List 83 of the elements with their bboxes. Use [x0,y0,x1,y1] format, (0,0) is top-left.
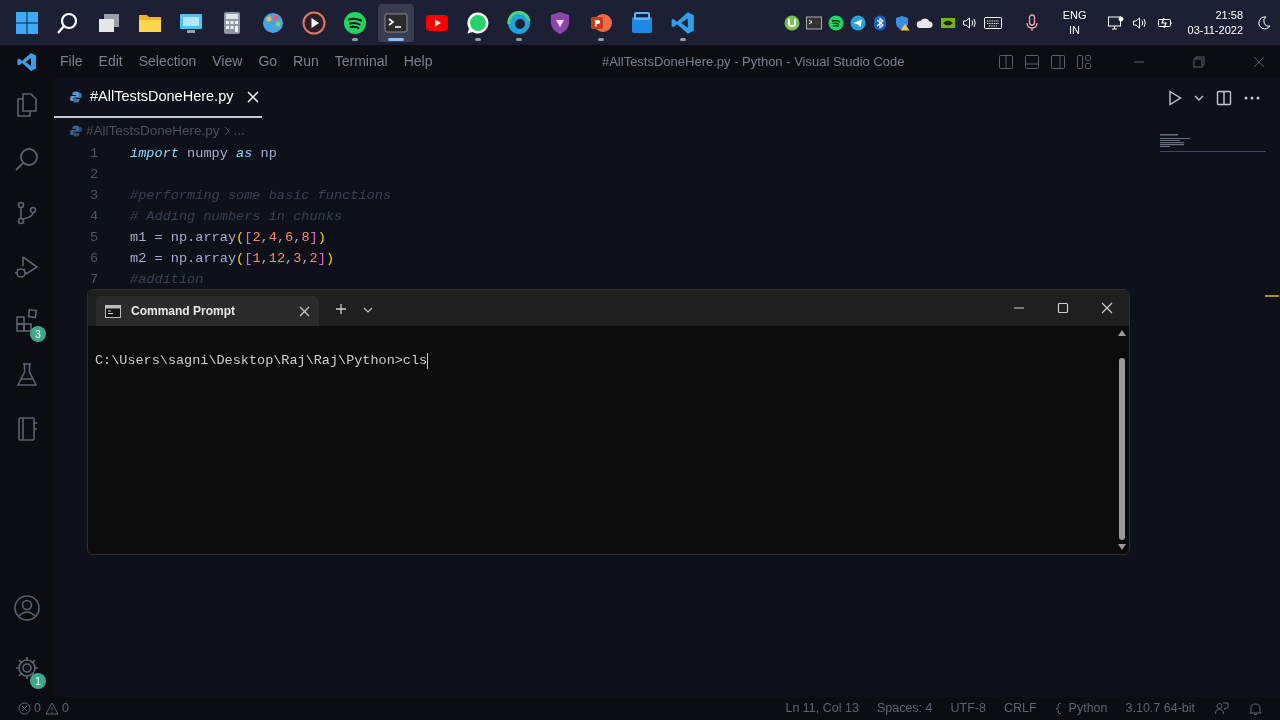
tab-label: #AllTestsDoneHere.py [90,87,234,107]
line-number: 3 [89,187,100,206]
new-tab-icon[interactable] [335,303,347,315]
speaker-icon[interactable] [961,14,978,31]
editor-tab[interactable]: #AllTestsDoneHere.py [54,78,262,118]
sidebar-icon[interactable] [1050,53,1066,70]
status-item[interactable]: UTF-8 [950,699,986,718]
battery-charging-icon[interactable] [1155,15,1174,30]
console-icon [105,304,121,318]
line-number: 5 [89,229,100,248]
chevron-down-icon[interactable] [363,306,373,314]
bluetooth-icon[interactable] [871,14,888,31]
text-cursor [427,353,429,369]
python-icon [70,91,82,103]
scroll-down-icon[interactable] [1118,544,1126,550]
python-icon [70,125,82,137]
menu-item[interactable]: Run [287,51,325,72]
line-number: 1 [89,145,100,164]
braces-icon[interactable] [1054,702,1063,715]
close-icon[interactable] [299,305,310,317]
layout-icon[interactable] [998,53,1014,70]
maximize-icon[interactable] [1057,302,1069,314]
flask-icon[interactable] [14,362,40,388]
menu-item[interactable]: Go [252,51,284,72]
status-item[interactable]: Spaces: 4 [876,699,933,718]
bell-icon[interactable] [1249,701,1262,716]
region-code[interactable]: IN [1069,22,1081,38]
display-icon[interactable] [1107,14,1124,31]
terminal-icon[interactable] [805,14,822,31]
paper-plane-icon[interactable] [849,14,866,31]
overview-marker [1265,295,1279,297]
line-number: 6 [89,250,100,269]
music-icon[interactable] [827,14,844,31]
warning-icon[interactable] [44,702,59,715]
menu-item[interactable]: Help [397,51,439,72]
files-icon[interactable] [14,92,40,118]
keyboard-icon[interactable] [983,15,1002,30]
more-icon[interactable] [1244,96,1260,100]
error-icon[interactable] [18,702,31,715]
menu-item[interactable]: Selection [132,51,203,72]
line-number: 4 [89,208,100,227]
app-logo-icon [17,51,37,72]
shield-warning-icon[interactable] [893,14,910,31]
close-icon[interactable] [1101,302,1113,314]
badge-count: 3 [30,326,46,342]
account-icon[interactable] [13,594,41,622]
clock-date[interactable]: 03-11-2022 [1187,22,1243,38]
chevron-right-icon [223,126,230,136]
menu-item[interactable]: View [206,51,249,72]
menu-item[interactable]: File [54,51,89,72]
torrent-icon[interactable] [783,14,800,31]
code-line: m1 = np.array([2,4,6,8]) [129,229,326,248]
terminal-icon[interactable] [378,3,414,42]
warning-count[interactable]: 0 [61,699,69,718]
language-mode[interactable]: Python [1068,699,1108,718]
customize-layout-icon[interactable] [1076,53,1092,70]
scroll-up-icon[interactable] [1118,330,1126,336]
split-editor-icon[interactable] [1216,90,1232,106]
microphone-icon[interactable] [1025,13,1038,32]
terminal-tab[interactable]: Command Prompt [96,296,319,326]
play-bug-icon[interactable] [14,254,40,280]
tab-label: Command Prompt [131,303,236,320]
line-number: 7 [89,271,100,290]
code-line: import numpy as np [129,145,277,164]
chevron-down-icon[interactable] [1194,94,1204,102]
badge-count: 1 [30,673,46,689]
line-number: 2 [89,166,100,185]
language-code[interactable]: ENG [1062,7,1087,23]
moon-icon[interactable] [1257,15,1271,30]
status-item[interactable]: Ln 11, Col 13 [785,699,859,718]
window-title: #AllTestsDoneHere.py - Python - Visual Studio Code [601,53,905,69]
status-item[interactable]: CRLF [1003,699,1037,718]
menu-item[interactable]: Edit [92,51,129,72]
clock-time[interactable]: 21:58 [1215,7,1243,23]
menu-item[interactable]: Terminal [328,51,394,72]
speaker-icon[interactable] [1131,14,1148,31]
code-line: m2 = np.array([1,12,3,2]) [129,250,335,269]
interpreter-version[interactable]: 3.10.7 64-bit [1125,699,1195,718]
feedback-icon[interactable] [1215,701,1229,716]
panel-icon[interactable] [1024,53,1040,70]
error-count[interactable]: 0 [34,699,41,718]
command-line: C:\Users\sagni\Desktop\Raj\Raj\Python>cls [95,351,428,370]
run-icon[interactable] [1168,90,1182,106]
